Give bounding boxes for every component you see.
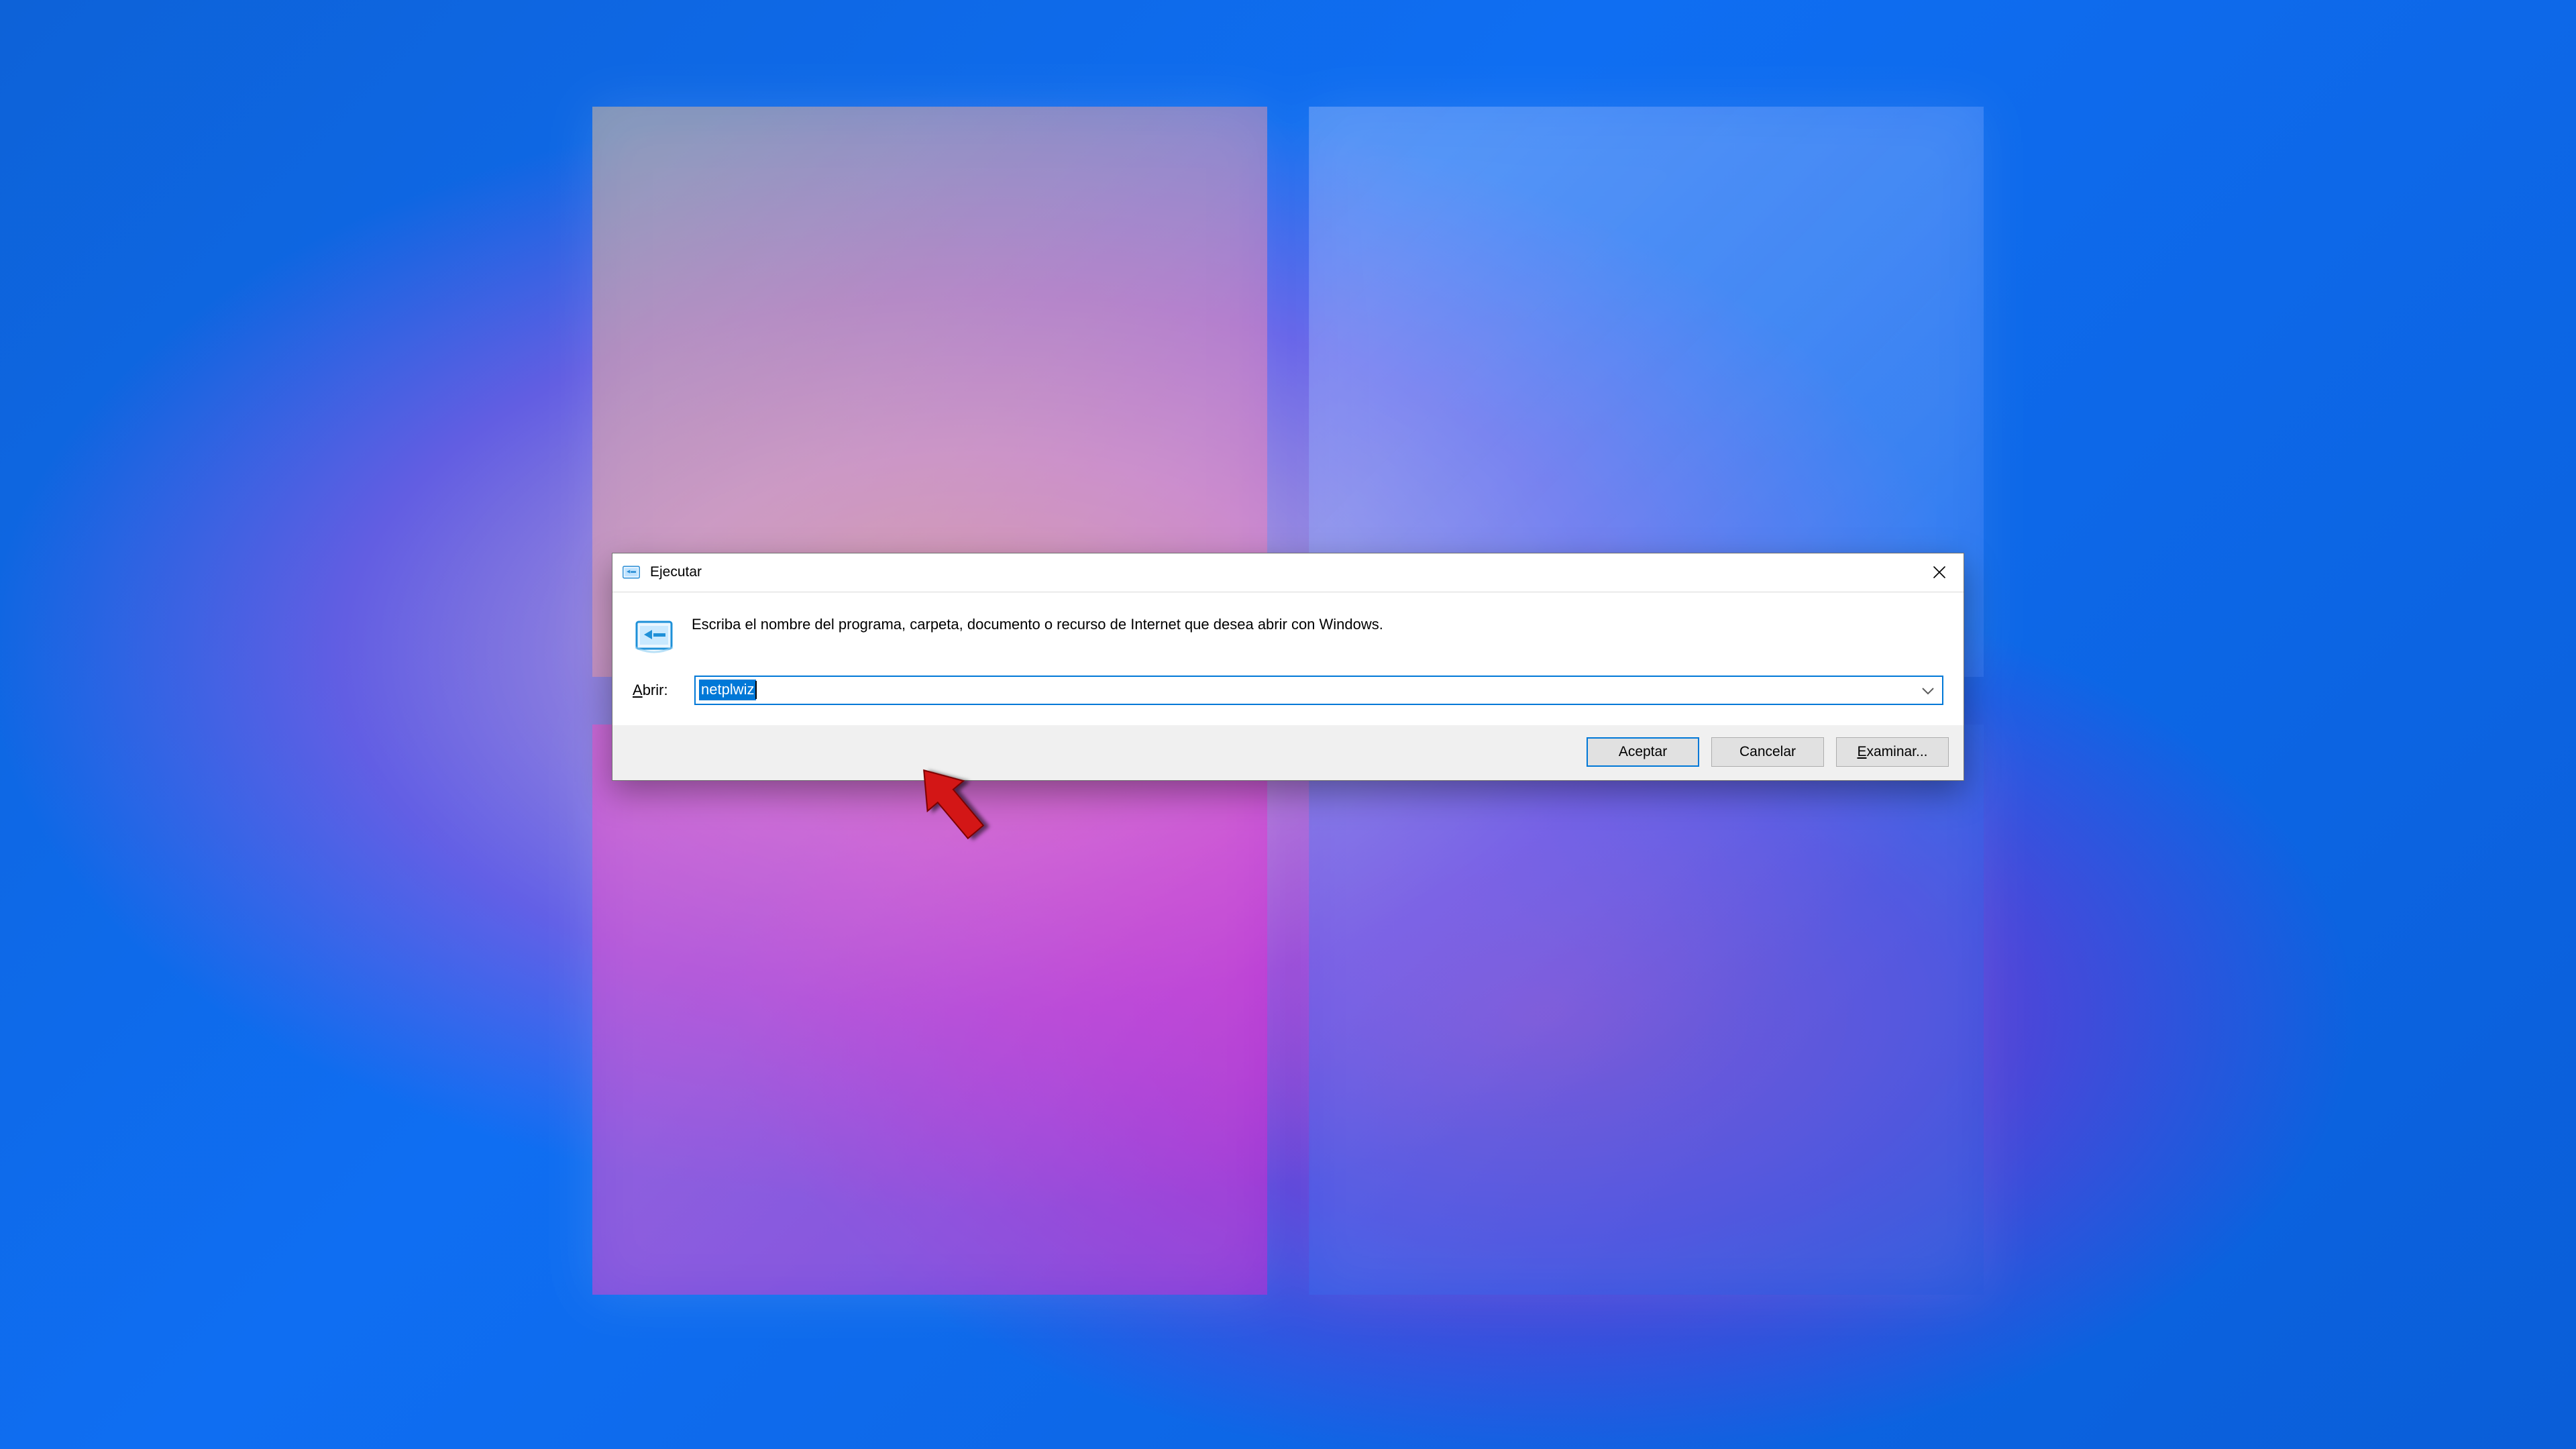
open-row: Abrir: netplwiz — [612, 673, 1964, 725]
open-combobox[interactable]: netplwiz — [694, 676, 1943, 705]
cancel-label: Cancelar — [1739, 744, 1796, 760]
chevron-down-icon — [1922, 687, 1934, 695]
run-title-icon — [622, 563, 641, 582]
window-title: Ejecutar — [650, 564, 1915, 580]
run-body-icon — [633, 614, 676, 657]
open-input-value[interactable]: netplwiz — [699, 680, 756, 700]
accept-label: Aceptar — [1619, 744, 1667, 760]
browse-button[interactable]: Examinar... — [1836, 737, 1949, 767]
dialog-body: Escriba el nombre del programa, carpeta,… — [612, 592, 1964, 673]
logo-pane — [592, 724, 1267, 1295]
close-icon — [1933, 566, 1945, 578]
run-dialog: Ejecutar Escriba el nombre del programa,… — [612, 553, 1964, 781]
dialog-description: Escriba el nombre del programa, carpeta,… — [692, 612, 1383, 657]
cancel-button[interactable]: Cancelar — [1711, 737, 1824, 767]
browse-label: Examinar... — [1857, 744, 1927, 760]
dropdown-button[interactable] — [1922, 682, 1934, 699]
button-row: Aceptar Cancelar Examinar... — [612, 725, 1964, 780]
logo-pane — [1309, 724, 1984, 1295]
open-label: Abrir: — [633, 682, 680, 699]
accept-button[interactable]: Aceptar — [1587, 737, 1699, 767]
close-button[interactable] — [1915, 553, 1964, 592]
titlebar[interactable]: Ejecutar — [612, 553, 1964, 592]
